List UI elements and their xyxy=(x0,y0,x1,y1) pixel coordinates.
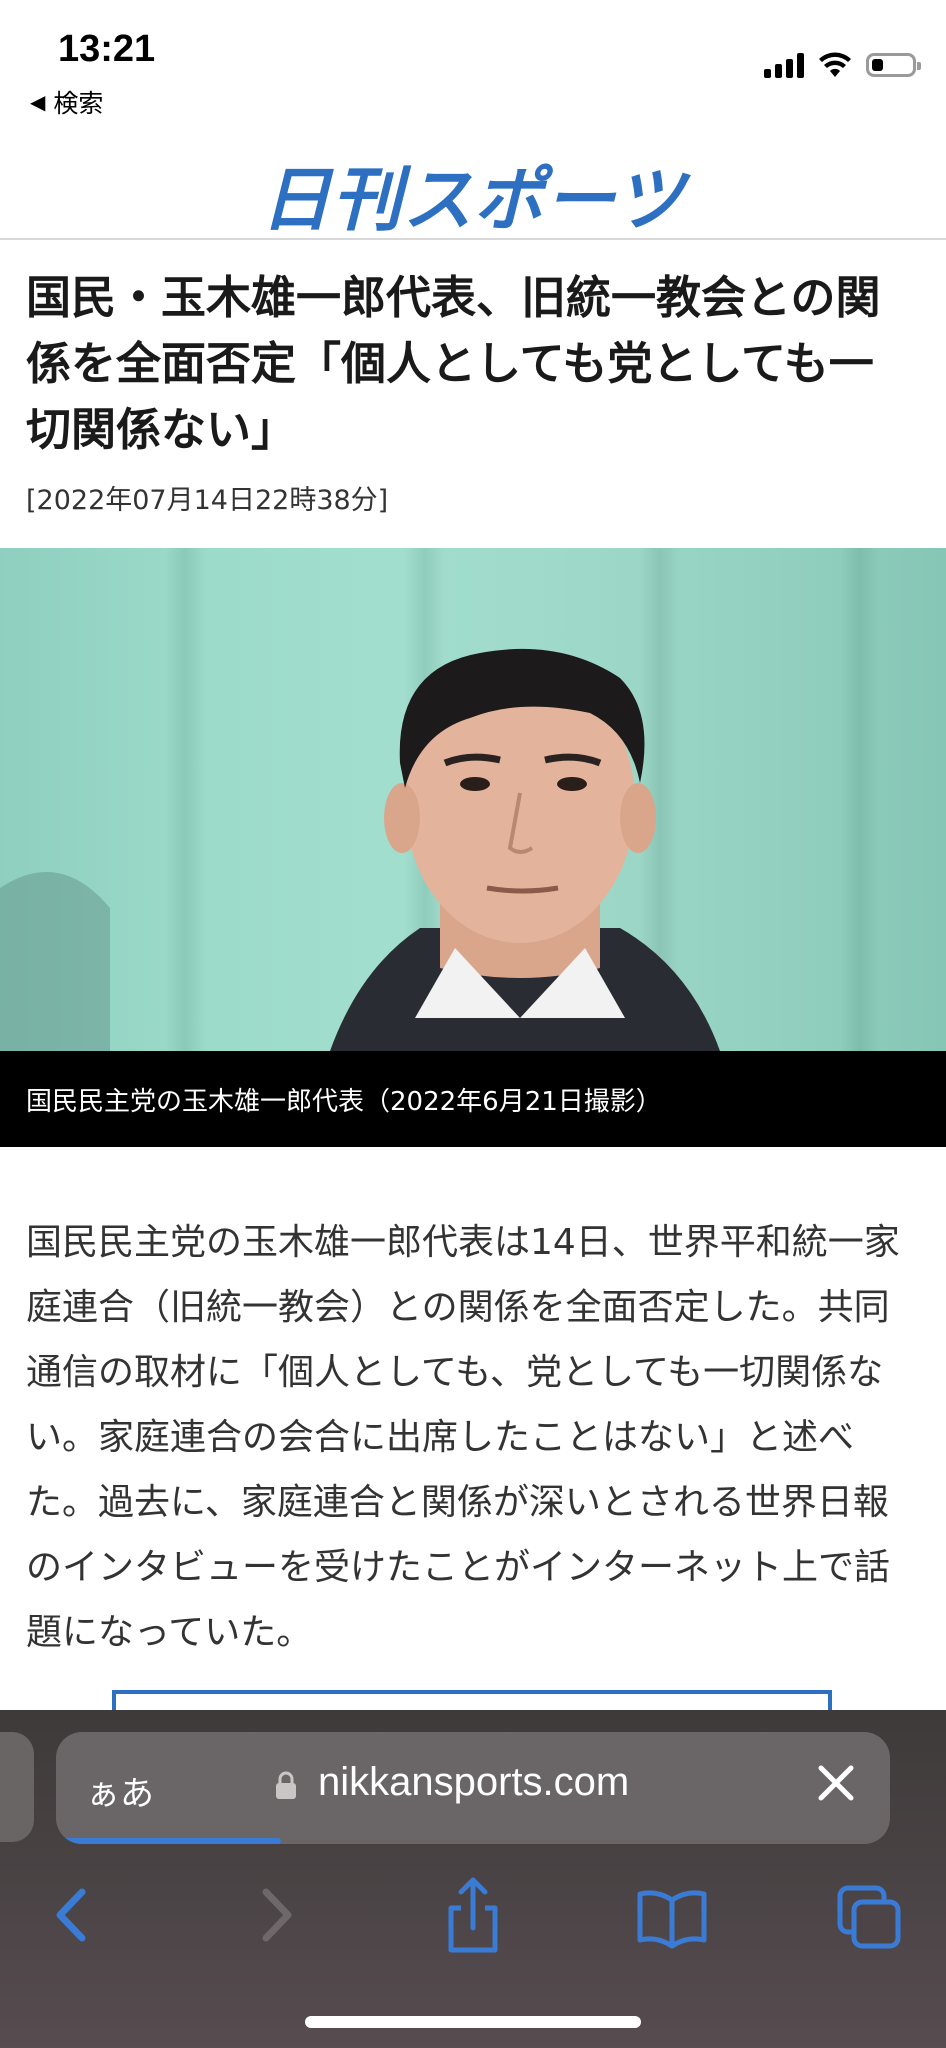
back-icon[interactable] xyxy=(32,1870,112,1960)
home-indicator[interactable] xyxy=(305,2016,641,2028)
previous-tab-preview[interactable] xyxy=(0,1732,34,1842)
battery-icon xyxy=(866,53,921,77)
battery-level xyxy=(872,59,883,71)
status-icons xyxy=(764,52,921,78)
browser-toolbar: ぁあ nikkansports.com xyxy=(0,1710,946,2048)
browser-nav-row xyxy=(0,1870,946,1960)
wifi-icon xyxy=(819,52,851,77)
address-bar[interactable]: ぁあ nikkansports.com xyxy=(56,1732,890,1844)
photo-caption: 国民民主党の玉木雄一郎代表（2022年6月21日撮影） xyxy=(0,1051,946,1147)
share-icon[interactable] xyxy=(433,1870,513,1960)
back-triangle-icon: ◀ xyxy=(30,90,46,114)
back-to-search-label: 検索 xyxy=(53,89,104,118)
page-load-progress xyxy=(56,1838,282,1844)
cellular-signal-icon xyxy=(764,52,804,78)
article-body: 国民民主党の玉木雄一郎代表は14日、世界平和統一家庭連合（旧統一教会）との関係を… xyxy=(26,1222,900,1653)
article-date: [2022年07月14日22時38分] xyxy=(26,485,389,516)
stop-loading-close-icon[interactable] xyxy=(812,1762,860,1810)
article-headline: 国民・玉木雄一郎代表、旧統一教会との関係を全面否定「個人としても党としても一切関… xyxy=(26,271,881,456)
page-settings-button[interactable]: ぁあ xyxy=(86,1766,154,1815)
bookmarks-icon[interactable] xyxy=(632,1870,712,1960)
status-bar: 13:21 ◀ 検索 xyxy=(0,0,946,130)
url-text[interactable]: nikkansports.com xyxy=(318,1760,629,1805)
article-photo[interactable] xyxy=(0,548,946,1051)
site-header: 日刊スポーツ xyxy=(0,130,946,241)
site-logo[interactable]: 日刊スポーツ xyxy=(0,144,946,245)
status-time: 13:21 xyxy=(58,28,156,70)
portrait-figure xyxy=(0,648,720,1051)
lock-icon xyxy=(276,1771,296,1799)
back-to-search-link[interactable]: ◀ 検索 xyxy=(30,84,103,120)
forward-icon[interactable] xyxy=(236,1870,316,1960)
tabs-icon[interactable] xyxy=(830,1870,910,1960)
